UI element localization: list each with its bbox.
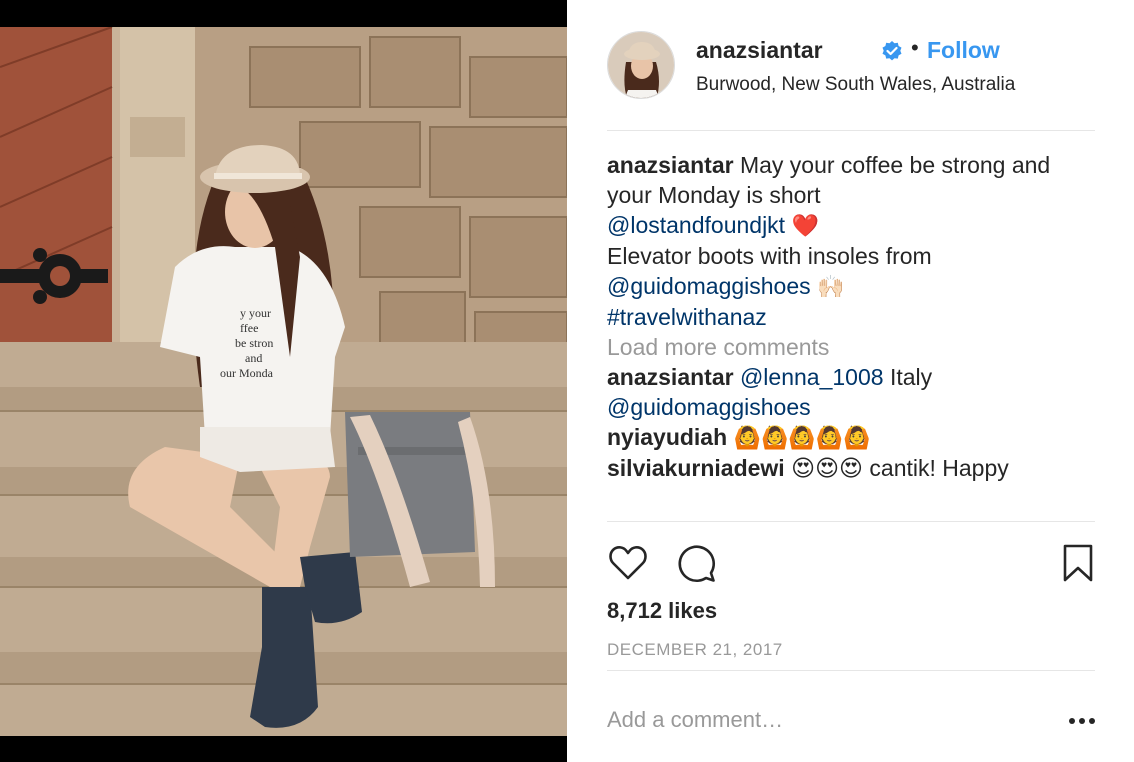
comments-list[interactable]: anazsiantar May your coffee be strong an… — [607, 150, 1095, 521]
svg-text:y your: y your — [240, 306, 271, 320]
comment-mention[interactable]: @guidomaggishoes — [607, 394, 811, 420]
photo-panel: y your ffee be stron and our Monda — [0, 0, 567, 762]
avatar[interactable] — [607, 31, 675, 99]
post-author-username[interactable]: anazsiantar — [696, 37, 823, 64]
comment-bubble-icon[interactable] — [675, 542, 717, 584]
post-photo[interactable]: y your ffee be stron and our Monda — [0, 27, 567, 736]
comment-username[interactable]: silviakurniadewi — [607, 455, 785, 481]
svg-text:ffee: ffee — [240, 321, 258, 335]
caption-mention-guidomaggishoes[interactable]: @guidomaggishoes — [607, 273, 811, 299]
comment-text: 🙆🙆🙆🙆🙆 — [733, 425, 871, 450]
caption-hashtag[interactable]: #travelwithanaz — [607, 304, 767, 330]
post-actions: 8,712 likes DECEMBER 21, 2017 — [607, 521, 1095, 671]
post-location[interactable]: Burwood, New South Wales, Australia — [696, 74, 1015, 96]
verified-badge-icon — [881, 40, 903, 62]
caption-username[interactable]: anazsiantar — [607, 152, 734, 178]
bookmark-icon[interactable] — [1057, 542, 1099, 584]
comment-username[interactable]: nyiayudiah — [607, 424, 727, 450]
caption: anazsiantar May your coffee be strong an… — [607, 150, 1095, 332]
likes-count[interactable]: 8,712 likes — [607, 598, 717, 624]
follow-button[interactable]: Follow — [927, 37, 1000, 64]
comment-text: 😍😍😍 cantik! Happy — [791, 455, 1009, 481]
comment-item: silviakurniadewi 😍😍😍 cantik! Happy — [607, 453, 1095, 483]
caption-mention-lostandfoundjkt[interactable]: @lostandfoundjkt — [607, 212, 785, 238]
caption-text-boots: Elevator boots with insoles from — [607, 243, 932, 269]
load-more-comments-button[interactable]: Load more comments — [607, 332, 1095, 362]
heart-icon[interactable] — [607, 542, 649, 584]
add-comment-input[interactable] — [607, 696, 1027, 744]
comment-item: anazsiantar @lenna_1008 Italy @guidomagg… — [607, 362, 1095, 422]
post-side-panel: anazsiantar • Follow Burwood, New South … — [567, 0, 1134, 762]
comment-text: Italy — [889, 364, 933, 390]
header-separator: • — [911, 35, 919, 60]
heart-emoji: ❤️ — [791, 213, 819, 238]
comment-mention[interactable]: @lenna_1008 — [740, 364, 884, 390]
svg-text:our Monda: our Monda — [220, 366, 274, 380]
svg-text:be stron: be stron — [235, 336, 273, 350]
comment-item: nyiayudiah 🙆🙆🙆🙆🙆 — [607, 422, 1095, 453]
raised-hands-emoji: 🙌🏻 — [817, 274, 845, 299]
post-date: DECEMBER 21, 2017 — [607, 640, 783, 659]
svg-text:and: and — [245, 351, 262, 365]
comment-username[interactable]: anazsiantar — [607, 364, 734, 390]
more-options-icon[interactable] — [1067, 711, 1097, 731]
post-header: anazsiantar • Follow Burwood, New South … — [607, 31, 1095, 131]
